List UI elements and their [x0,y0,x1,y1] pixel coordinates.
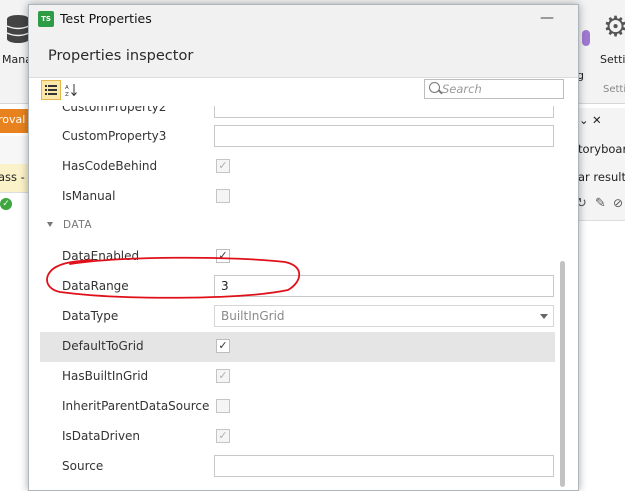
property-label: CustomProperty2 [62,106,167,114]
dropdown-chevron-icon[interactable]: ⌄ [579,113,589,127]
svg-text:Z: Z [65,92,69,97]
defaulttogrid-checkbox[interactable]: ✓ [216,339,230,353]
property-row-inheritparentdatasource: InheritParentDataSource [40,392,555,422]
delete-icon[interactable]: ⊘ [613,196,623,210]
category-data[interactable]: DATA [40,212,555,242]
right-toolbar-band: ✕ ⌄ [577,108,625,137]
inheritparentdatasource-checkbox[interactable] [216,399,230,413]
property-label: DefaultToGrid [62,339,144,353]
search-icon [429,82,440,93]
inspector-header: Properties inspector [29,35,578,78]
property-grid: CustomProperty2 CustomProperty3 HasCodeB… [40,106,555,490]
dataenabled-checkbox[interactable]: ✓ [216,249,230,263]
property-row-isdatadriven: IsDataDriven ✓ [40,422,555,452]
sort-alphabetical-icon: A Z [65,84,77,98]
chevron-down-icon [540,314,548,319]
storyboard-label: toryboard [578,142,625,156]
property-row-dataenabled: DataEnabled ✓ [40,242,555,272]
tab-close-icon[interactable]: ✕ [592,113,602,127]
status-check-icon: ✓ [0,198,12,210]
inspector-title: Properties inspector [48,48,194,64]
property-label: HasBuiltInGrid [62,369,149,383]
ribbon-settings-label[interactable]: Setti [600,53,625,66]
datarange-input[interactable]: 3 [214,275,554,297]
right-row-storyboard[interactable]: toryboard [577,136,625,165]
ribbon-purple-icon [582,30,590,46]
property-label: IsDataDriven [62,429,141,443]
background-row [0,136,30,165]
collapse-arrow-icon[interactable] [47,222,53,227]
dialog-titlebar[interactable]: TS Test Properties — [29,5,578,35]
ismanual-checkbox[interactable] [216,189,230,203]
property-label: DataEnabled [62,249,140,263]
property-label: Source [62,459,104,473]
ribbon-settings-group-label: Setti [603,84,625,95]
property-label: IsManual [62,189,116,203]
category-label: DATA [63,219,93,231]
property-row-datatype: DataType BuiltInGrid [40,302,555,332]
categorized-view-button[interactable] [41,80,61,100]
property-label: InheritParentDataSource [62,399,210,413]
scrollbar-thumb[interactable] [560,261,565,487]
test-properties-dialog: TS Test Properties — Properties inspecto… [28,4,579,491]
datatype-select[interactable]: BuiltInGrid [214,305,554,327]
approval-tab[interactable]: roval [0,109,30,133]
svg-text:A: A [65,85,69,91]
property-row-hasbuiltingrid: HasBuiltInGrid ✓ [40,362,555,392]
datatype-selected-value: BuiltInGrid [221,309,285,323]
customproperty3-input[interactable] [214,125,554,147]
app-logo-icon: TS [38,11,54,27]
hascodebehind-checkbox[interactable]: ✓ [216,159,230,173]
inspector-toolbar: A Z [37,78,568,106]
hasbuiltingrid-checkbox[interactable]: ✓ [216,369,230,383]
alphabetical-sort-button[interactable]: A Z [62,80,82,100]
property-label: HasCodeBehind [62,159,158,173]
property-label: DataType [62,309,119,323]
customproperty2-input[interactable] [214,106,554,118]
dialog-title: Test Properties [60,11,152,26]
right-row-results[interactable]: ar results [577,164,625,193]
categorized-list-icon [45,85,57,95]
right-row-actions: ↻ ✎ ⊘ [576,192,625,221]
source-input[interactable] [214,455,554,477]
minimize-button[interactable]: — [532,9,562,31]
search-box[interactable] [424,79,564,99]
property-label: DataRange [62,279,129,293]
edit-pencil-icon[interactable]: ✎ [595,196,606,211]
results-label: ar results [578,170,625,184]
property-label: CustomProperty3 [62,129,167,143]
property-row-defaulttogrid[interactable]: DefaultToGrid ✓ [40,332,555,362]
property-row-hascodebehind: HasCodeBehind ✓ [40,152,555,182]
search-input[interactable] [442,81,560,97]
property-row-source: Source [40,452,555,482]
property-row-customproperty2: CustomProperty2 [40,106,555,123]
property-row-datarange: DataRange 3 [40,272,555,302]
property-row-customproperty3: CustomProperty3 [40,122,555,152]
background-row-selected[interactable]: ass - 1 [0,164,36,193]
vertical-scrollbar[interactable] [560,106,565,490]
gear-icon[interactable]: ⚙ [603,12,625,42]
approval-tab-label: roval [0,113,26,126]
isdatadriven-checkbox[interactable]: ✓ [216,429,230,443]
property-row-ismanual: IsManual [40,182,555,212]
